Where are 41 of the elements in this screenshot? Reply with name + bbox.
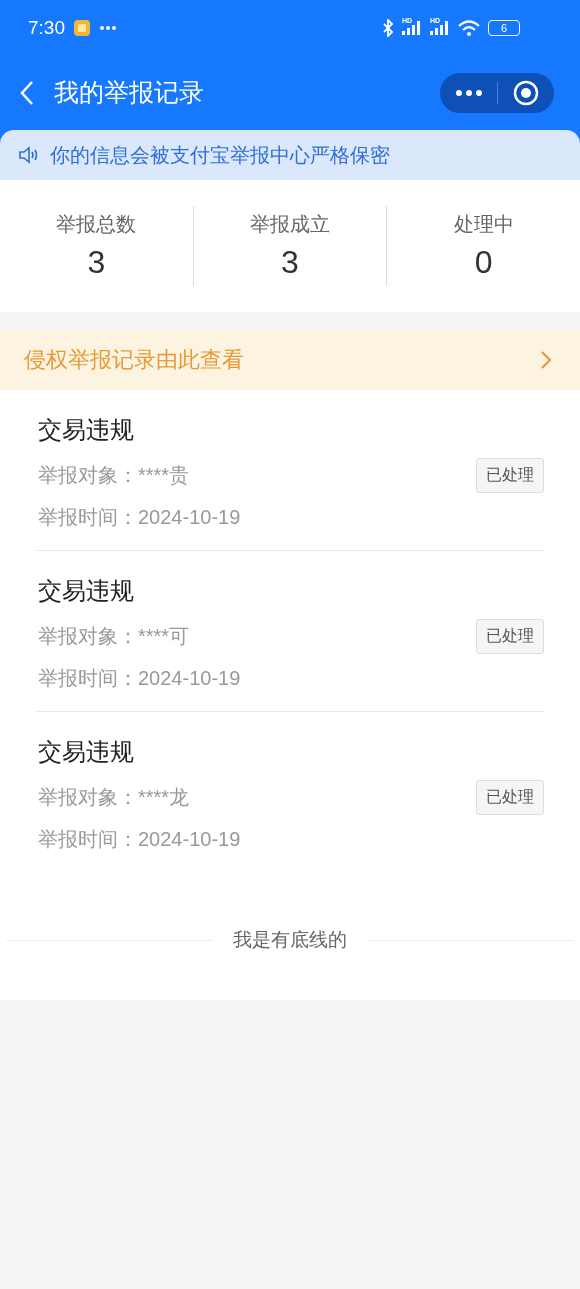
record-title: 交易违规: [38, 576, 135, 606]
status-tag: 已处理: [476, 779, 544, 815]
stat-value: 3: [281, 244, 299, 281]
report-target: ****龙: [138, 784, 190, 810]
stat-value: 0: [474, 244, 493, 281]
capsule-menu[interactable]: [440, 72, 554, 113]
infringement-banner[interactable]: 侵权举报记录由此查看: [0, 330, 580, 390]
signal-icon: [402, 20, 422, 35]
field-label: 举报时间：: [38, 665, 138, 691]
signal-icon: [430, 20, 450, 35]
end-of-list-text: 我是有底线的: [233, 928, 347, 952]
chevron-right-icon: [540, 350, 552, 370]
status-tag: 已处理: [476, 618, 544, 654]
field-label: 举报时间：: [38, 826, 138, 852]
report-date: 2024-10-19: [138, 505, 241, 529]
field-label: 举报对象：: [38, 623, 138, 649]
report-date: 2024-10-19: [138, 666, 241, 690]
app-icon: [73, 18, 91, 37]
stat-value: 3: [87, 244, 106, 281]
field-label: 举报对象：: [38, 784, 138, 810]
more-icon: [99, 24, 117, 31]
stat-label: 处理中: [453, 212, 514, 237]
bluetooth-icon: [382, 18, 394, 37]
field-label: 举报时间：: [38, 504, 138, 530]
stat-label: 举报总数: [56, 212, 137, 237]
wifi-icon: [458, 19, 480, 36]
battery-icon: 6: [488, 19, 520, 36]
more-icon: [455, 89, 482, 96]
report-target: ****贵: [138, 462, 190, 488]
notice-text: 你的信息会被支付宝举报中心严格保密: [50, 142, 390, 168]
record-title: 交易违规: [38, 737, 135, 767]
status-time: 7:30: [28, 16, 65, 39]
field-label: 举报对象：: [38, 462, 138, 488]
status-tag: 已处理: [476, 457, 544, 493]
record-title: 交易违规: [38, 415, 135, 445]
speaker-icon: [18, 146, 40, 164]
stat-label: 举报成立: [250, 212, 330, 237]
back-icon: [20, 79, 34, 106]
page-title: 我的举报记录: [54, 77, 205, 108]
report-date: 2024-10-19: [138, 827, 241, 851]
report-target: ****可: [138, 623, 190, 649]
